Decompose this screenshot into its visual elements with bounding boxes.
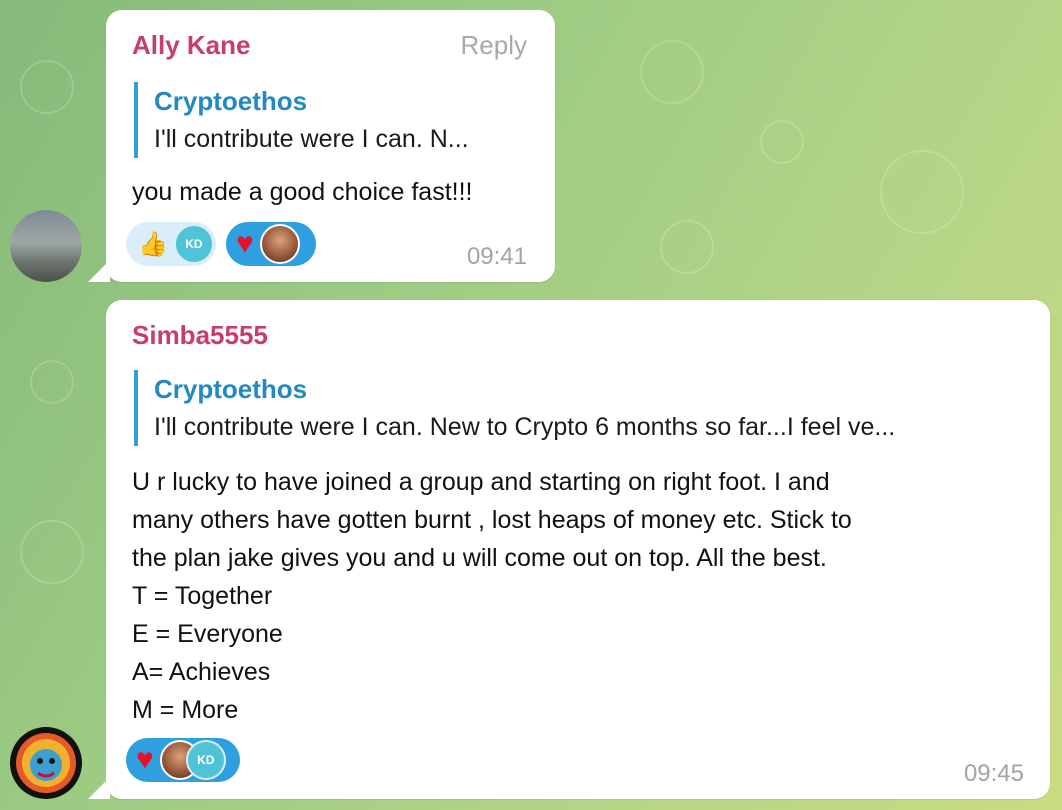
- message-bubble: Ally Kane Reply Cryptoethos I'll contrib…: [106, 10, 555, 282]
- reaction-user-avatar: [259, 224, 300, 264]
- message-time: 09:45: [963, 760, 1024, 787]
- message-text: you made a good choice fast!!!: [132, 178, 473, 206]
- sender-name[interactable]: Simba5555: [132, 320, 268, 351]
- message-line: E = Everyone: [132, 620, 283, 648]
- avatar-simba5555[interactable]: [10, 727, 82, 799]
- reaction-user-avatar: KD: [173, 224, 214, 264]
- quote-text: I'll contribute were I can. N...: [154, 125, 469, 153]
- heart-icon: ♥: [136, 743, 154, 776]
- message-time: 09:41: [466, 243, 527, 270]
- thumbs-up-icon: 👍: [138, 230, 168, 258]
- background-doodle: [880, 150, 964, 234]
- lion-avatar-icon: [16, 733, 76, 793]
- reaction-heart[interactable]: ♥ KD: [126, 738, 240, 782]
- reaction-heart[interactable]: ♥: [226, 222, 316, 266]
- message-line: U r lucky to have joined a group and sta…: [132, 468, 830, 496]
- sender-name[interactable]: Ally Kane: [132, 30, 251, 61]
- quote-sender-name: Cryptoethos: [154, 374, 308, 404]
- message-line: M = More: [132, 696, 239, 724]
- message-line: the plan jake gives you and u will come …: [132, 544, 827, 572]
- background-doodle: [20, 520, 84, 584]
- reaction-user-avatar: KD: [185, 740, 226, 780]
- message-bubble: Simba5555 Cryptoethos I'll contribute we…: [106, 300, 1050, 799]
- avatar-ally-kane[interactable]: [10, 210, 82, 282]
- message-text: U r lucky to have joined a group and sta…: [132, 463, 852, 729]
- quote-sender-name: Cryptoethos: [154, 86, 308, 116]
- reaction-thumbs-up[interactable]: 👍 KD: [126, 222, 216, 266]
- background-doodle: [660, 220, 714, 274]
- heart-icon: ♥: [236, 227, 254, 260]
- reply-quote[interactable]: Cryptoethos I'll contribute were I can. …: [134, 82, 550, 158]
- background-doodle: [20, 60, 74, 114]
- quote-text: I'll contribute were I can. New to Crypt…: [154, 413, 896, 441]
- reply-button[interactable]: Reply: [461, 30, 527, 61]
- message-line: many others have gotten burnt , lost hea…: [132, 506, 852, 534]
- reply-quote[interactable]: Cryptoethos I'll contribute were I can. …: [134, 370, 1044, 446]
- message-line: A= Achieves: [132, 658, 271, 686]
- background-doodle: [30, 360, 74, 404]
- message-line: T = Together: [132, 582, 273, 610]
- background-doodle: [640, 40, 704, 104]
- background-doodle: [760, 120, 804, 164]
